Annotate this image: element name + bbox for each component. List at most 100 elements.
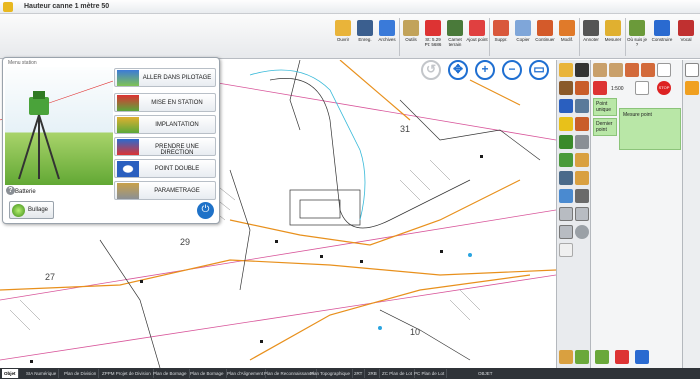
annotate-button[interactable]: Annoter — [580, 18, 602, 56]
triangle-tool-icon[interactable] — [593, 63, 607, 77]
roof-icon[interactable] — [575, 81, 589, 95]
measure-point-button[interactable]: Mesure point — [619, 108, 681, 150]
copy-button[interactable]: Copier — [512, 18, 534, 56]
tab-sia-numerique[interactable]: SIA Numérique — [24, 369, 60, 378]
pipe-icon[interactable] — [559, 189, 573, 203]
layers-icon[interactable] — [559, 350, 573, 364]
direction-icon — [117, 139, 139, 155]
bullage-button[interactable]: Bullage — [9, 201, 54, 219]
pilotage-button[interactable]: ALLER DANS PILOTAGE — [114, 68, 216, 87]
polyline-tool-icon[interactable] — [641, 63, 655, 77]
car-icon[interactable] — [559, 63, 573, 77]
point-unique-button[interactable]: Point unique — [593, 98, 617, 116]
help-icon[interactable]: ? — [6, 186, 15, 195]
field-book-icon — [447, 20, 463, 36]
tab-2rb[interactable]: 2RB — [366, 369, 380, 378]
tab-projet-division[interactable]: ZPPM Projet de Division — [100, 369, 154, 378]
tab-zc-plan-lot[interactable]: ZC Plan de Lot — [380, 369, 416, 378]
where-am-i-button[interactable]: Où suis je ? — [626, 18, 648, 56]
undo-icon[interactable] — [685, 63, 699, 77]
tab-plan-division[interactable]: Plan de Division — [62, 369, 100, 378]
panel-title: Menu station — [8, 60, 37, 66]
stop-button[interactable]: STOP — [657, 81, 671, 95]
lamp-icon[interactable] — [559, 171, 573, 185]
add-point-button[interactable]: Ajout point — [466, 18, 488, 56]
tab-plan-alignement[interactable]: Plan d'Alignement — [225, 369, 267, 378]
play-icon[interactable] — [685, 81, 699, 95]
measure-button[interactable]: Mesurer — [602, 18, 624, 56]
bench-icon[interactable] — [575, 189, 589, 203]
zoom-out-button[interactable]: − — [502, 60, 522, 80]
lightbulb-icon[interactable] — [575, 63, 589, 77]
tree-icon[interactable] — [595, 350, 609, 364]
tripod-icon — [18, 80, 114, 180]
phone-icon[interactable] — [559, 135, 573, 149]
zoom-in-button[interactable]: + — [475, 60, 495, 80]
archives-button[interactable]: Archives — [376, 18, 398, 56]
z-elevation-icon[interactable] — [635, 81, 649, 95]
tab-plan-bornage-2[interactable]: Plan de Bornage — [188, 369, 227, 378]
house-icon[interactable] — [559, 81, 573, 95]
zoom-extent-button[interactable]: ▭ — [529, 60, 549, 80]
microphone-icon — [678, 20, 694, 36]
undo-archive-icon — [379, 20, 395, 36]
hatch-icon[interactable] — [559, 225, 573, 239]
status-bar: Objet SIA Numérique Plan de Division ZPP… — [0, 368, 700, 379]
square-icon[interactable] — [559, 207, 573, 221]
station-icon — [425, 20, 441, 36]
last-point-button[interactable]: Dernier point — [593, 118, 617, 136]
cross-box-icon[interactable] — [575, 207, 589, 221]
pan-button[interactable]: ✥ — [448, 60, 468, 80]
total-station-illustration — [5, 67, 114, 185]
parcel-label-27: 27 — [45, 272, 55, 282]
continue-button[interactable]: Continuer — [534, 18, 556, 56]
double-point-button[interactable]: POINT DOUBLE — [114, 159, 216, 178]
signal-icon[interactable] — [575, 153, 589, 167]
flag-icon[interactable] — [593, 81, 607, 95]
stakeout-button[interactable]: IMPLANTATION — [114, 115, 216, 134]
building-icon[interactable] — [575, 117, 589, 131]
leaf-icon[interactable] — [575, 350, 589, 364]
direction-button[interactable]: PRENDRE UNE DIRECTION — [114, 137, 216, 156]
power-icon[interactable]: ⏻ — [197, 202, 214, 219]
open-button[interactable]: Ouvrir — [332, 18, 354, 56]
parcel-label-29: 29 — [180, 237, 190, 247]
save-button[interactable]: Enreg. — [354, 18, 376, 56]
magnet-icon[interactable] — [635, 350, 649, 364]
tab-plan-bornage-1[interactable]: Plan de Bornage — [151, 369, 190, 378]
level-bubble-icon — [12, 204, 25, 217]
continue-icon — [537, 20, 553, 36]
field-book-button[interactable]: Carnet terrain — [444, 18, 466, 56]
station-menu-panel: Menu station ALLER DANS PILOTAGE MISE EN… — [2, 57, 220, 224]
ruler-icon — [605, 20, 621, 36]
app-logo-icon — [3, 2, 13, 12]
arrow-cursor-icon[interactable] — [559, 243, 573, 257]
marker-icon[interactable] — [615, 350, 629, 364]
globe-icon[interactable] — [575, 225, 589, 239]
save-icon — [357, 20, 373, 36]
tab-2rt[interactable]: 2RT — [352, 369, 366, 378]
house-blue-icon[interactable] — [575, 99, 589, 113]
angle-tool-icon[interactable] — [609, 63, 623, 77]
rotate-back-button[interactable]: ↺ — [421, 60, 441, 80]
tab-pc-plan-lot[interactable]: PC Plan de Lot — [412, 369, 448, 378]
construct-button[interactable]: Construire — [651, 18, 673, 56]
gear-icon[interactable] — [559, 153, 573, 167]
construct-icon — [654, 20, 670, 36]
settings-button[interactable]: PARAMETRAGE — [114, 181, 216, 200]
delete-button[interactable]: Suppr. — [490, 18, 512, 56]
lightning-icon[interactable] — [559, 117, 573, 131]
station-button[interactable]: St: 5.29 Pt: 5686 — [422, 18, 444, 56]
modify-button[interactable]: Modif. — [556, 18, 578, 56]
target-icon[interactable] — [559, 99, 573, 113]
vocal-button[interactable]: Vocal — [675, 18, 697, 56]
tab-objet[interactable]: Objet — [2, 369, 19, 378]
station-setup-button[interactable]: MISE EN STATION — [114, 93, 216, 112]
warning-icon[interactable] — [575, 171, 589, 185]
tab-plan-topographique[interactable]: Plan Topographique — [308, 369, 353, 378]
disk-icon[interactable] — [575, 135, 589, 149]
parcel-label-10: 10 — [410, 327, 420, 337]
z-tool-icon[interactable] — [657, 63, 671, 77]
tools-button[interactable]: Outils — [400, 18, 422, 56]
line-tool-icon[interactable] — [625, 63, 639, 77]
